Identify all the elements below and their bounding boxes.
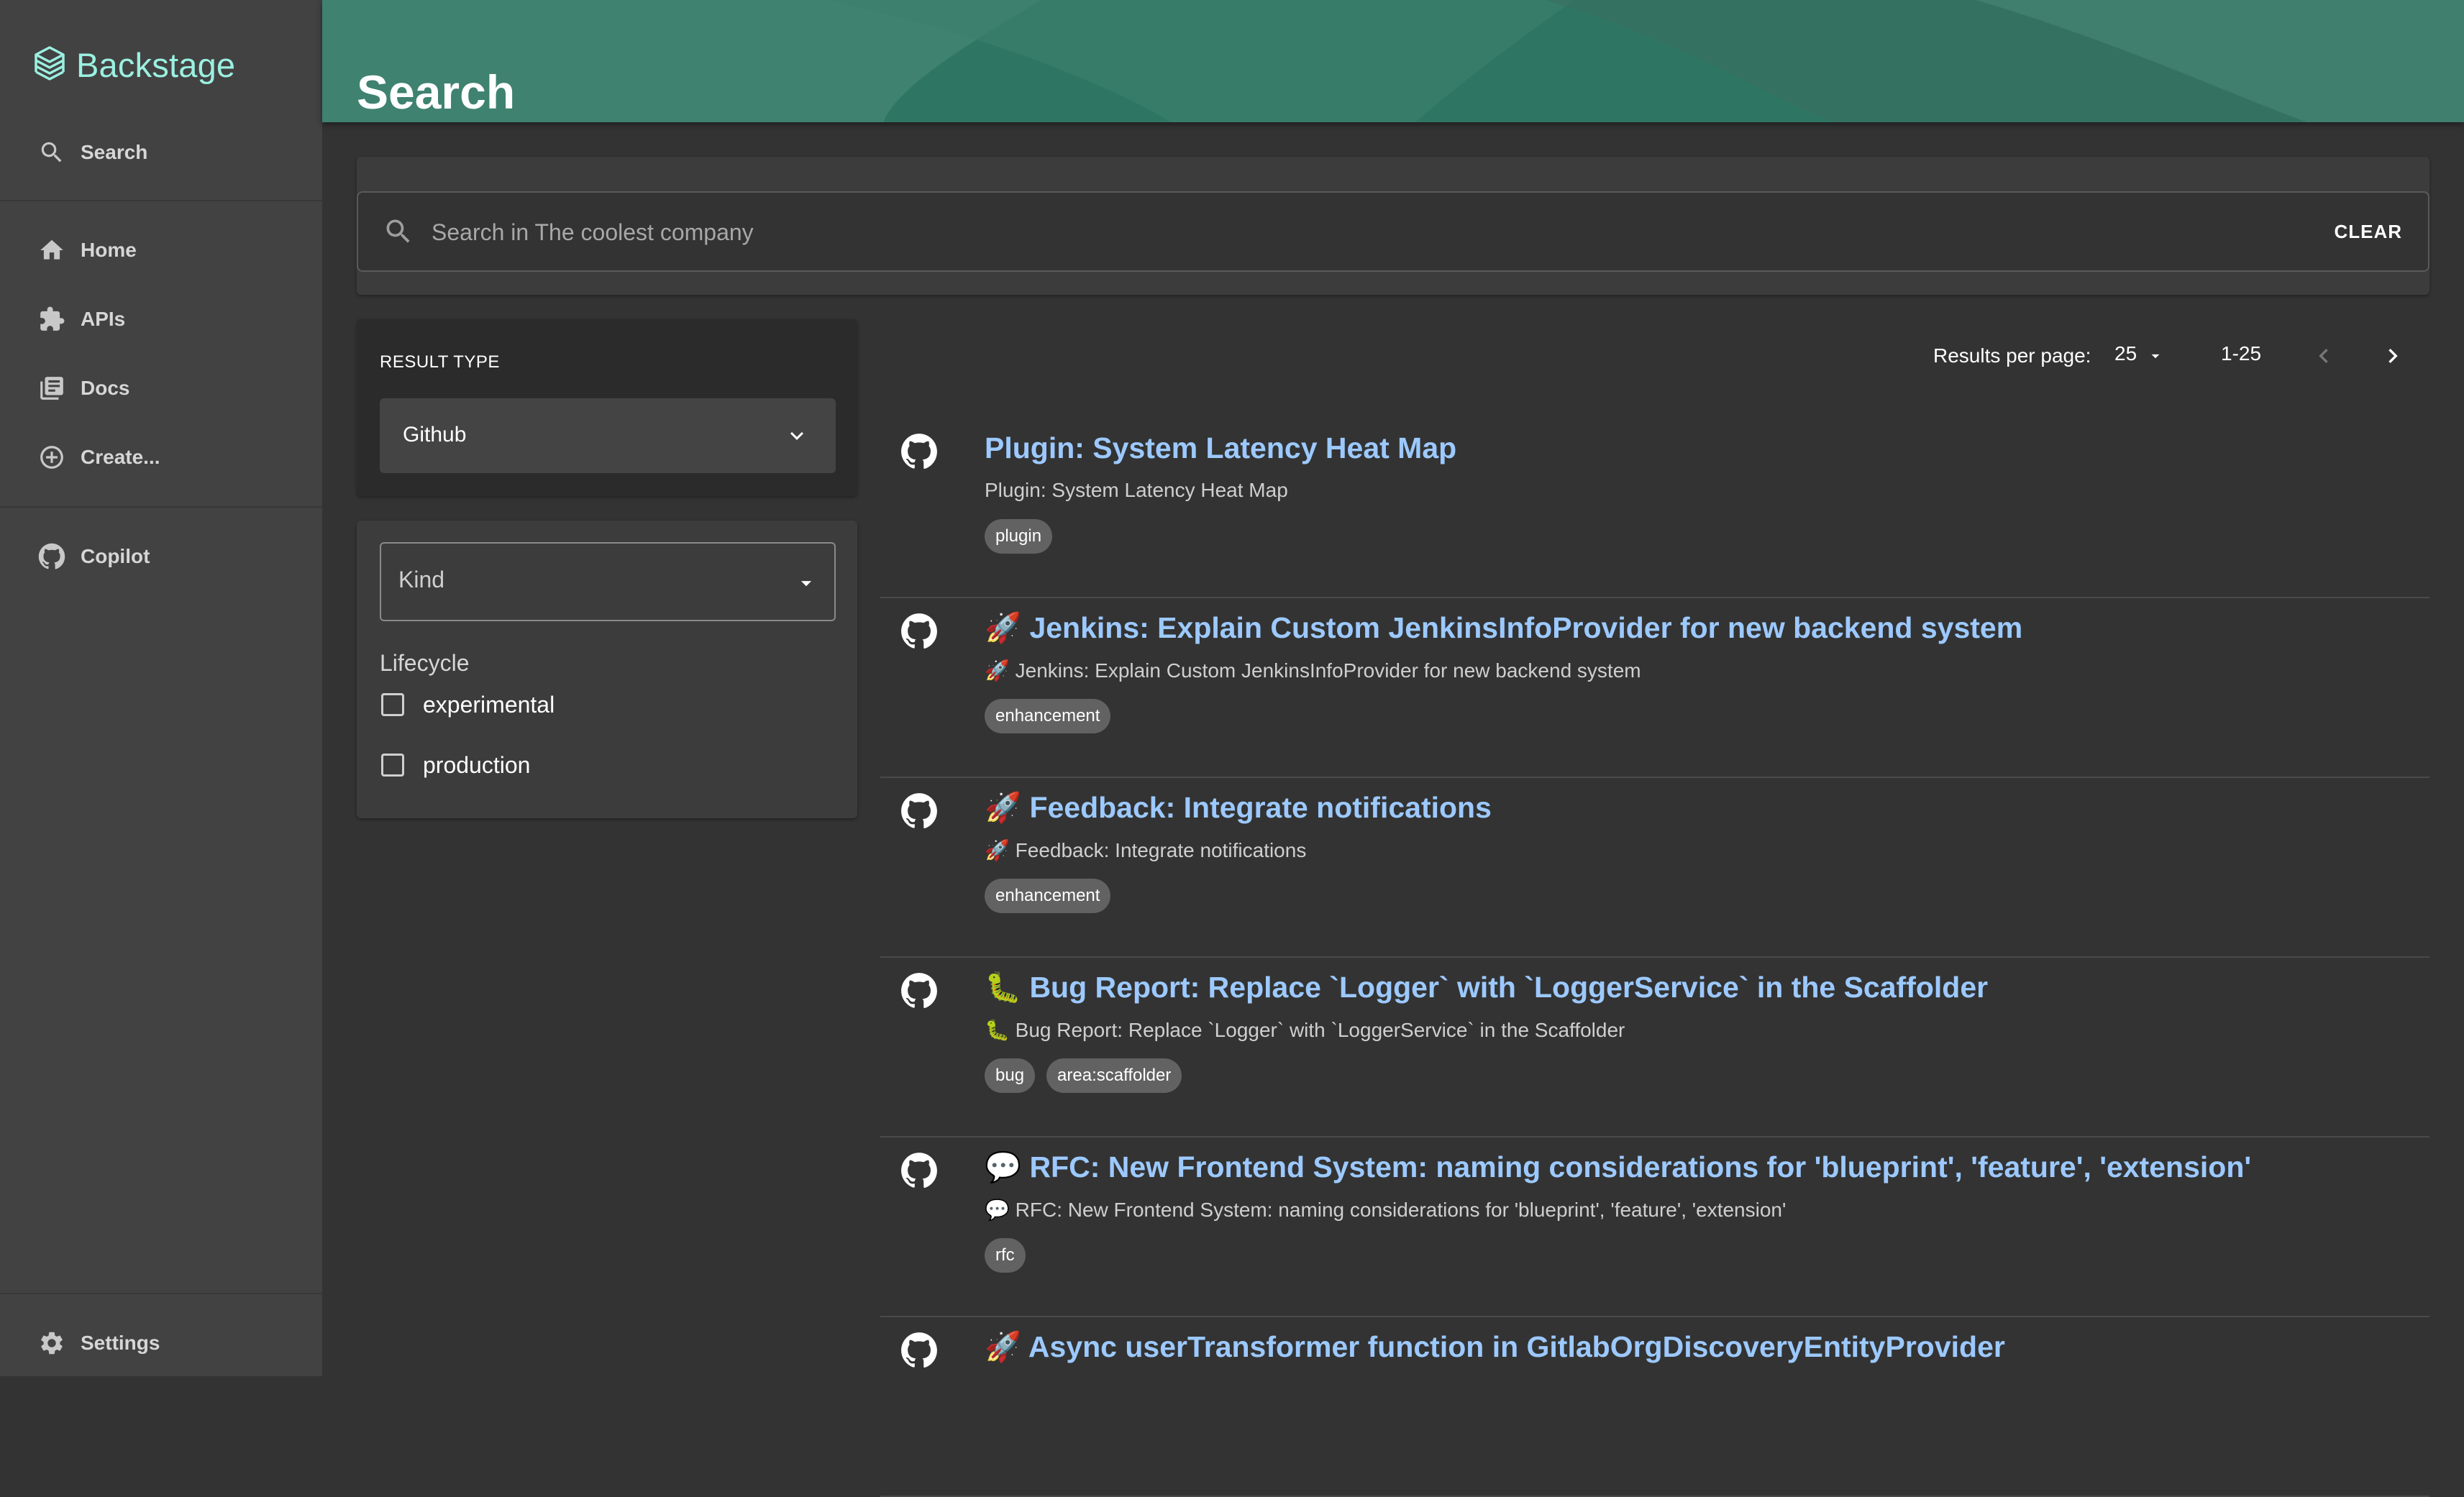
- library-books-icon: [37, 374, 66, 403]
- github-icon: [900, 792, 938, 830]
- sidebar-item-label: Copilot: [81, 545, 150, 567]
- app-name: Backstage: [76, 45, 236, 84]
- previous-page-button[interactable]: [2306, 338, 2342, 374]
- result-tags: bug area:scaffolder: [985, 1058, 1182, 1093]
- chevron-right-icon: [2388, 349, 2398, 363]
- tag-chip: rfc: [985, 1238, 1026, 1273]
- sidebar-divider: [0, 1293, 322, 1294]
- sidebar-item-label: Home: [81, 239, 137, 261]
- search-result-item[interactable]: Plugin: System Latency Heat Map Plugin: S…: [880, 417, 2429, 598]
- search-bar: CLEAR: [357, 191, 2429, 272]
- result-title-link[interactable]: 🚀 Async userTransformer function in Gitl…: [985, 1330, 2005, 1365]
- page-title: Search: [357, 65, 516, 119]
- gear-icon: [37, 1329, 66, 1358]
- search-icon: [383, 216, 414, 247]
- search-result-item[interactable]: 🚀 Async userTransformer function in Gitl…: [880, 1316, 2429, 1497]
- header-background-waves: [322, 0, 2464, 122]
- results-per-page-label: Results per page:: [1933, 344, 2091, 367]
- checkbox[interactable]: [381, 754, 404, 777]
- github-icon: [900, 613, 938, 650]
- sidebar-item-label: Settings: [81, 1332, 160, 1354]
- github-icon: [37, 542, 66, 571]
- sidebar-item-label: Docs: [81, 377, 130, 399]
- next-page-button[interactable]: [2375, 338, 2411, 374]
- github-icon: [900, 972, 938, 1010]
- result-subtitle: 🚀 Feedback: Integrate notifications: [985, 839, 1307, 861]
- sidebar-item-apis[interactable]: APIs: [0, 285, 322, 354]
- checkbox-label: experimental: [423, 691, 555, 718]
- chevron-down-icon: [784, 423, 810, 449]
- backstage-logo-icon: [35, 46, 65, 81]
- backstage-logo[interactable]: Backstage: [32, 42, 235, 88]
- tag-chip: enhancement: [985, 879, 1111, 913]
- search-icon: [37, 138, 66, 167]
- github-icon: [900, 1332, 938, 1369]
- tag-chip: enhancement: [985, 699, 1111, 733]
- result-type-filter: RESULT TYPE Github: [357, 319, 857, 496]
- search-result-item[interactable]: 🚀 Feedback: Integrate notifications 🚀 Fee…: [880, 777, 2429, 958]
- tag-chip: plugin: [985, 519, 1053, 554]
- github-icon: [900, 1152, 938, 1189]
- result-subtitle: 🚀 Jenkins: Explain Custom JenkinsInfoPro…: [985, 659, 1641, 682]
- kind-select[interactable]: Kind: [380, 542, 836, 621]
- home-icon: [37, 236, 66, 265]
- pagination-range: 1-25: [2221, 342, 2262, 365]
- result-type-value: Github: [403, 423, 467, 447]
- sidebar-item-copilot[interactable]: Copilot: [0, 522, 322, 591]
- results-per-page-select[interactable]: 25: [2114, 342, 2137, 365]
- search-input[interactable]: [430, 211, 2231, 253]
- result-title-link[interactable]: 💬 RFC: New Frontend System: naming consi…: [985, 1150, 2251, 1185]
- checkbox-label: production: [423, 751, 531, 778]
- result-title-link[interactable]: 🚀 Feedback: Integrate notifications: [985, 791, 1492, 825]
- sidebar-item-home[interactable]: Home: [0, 216, 322, 285]
- sidebar-item-docs[interactable]: Docs: [0, 354, 322, 423]
- result-title-link[interactable]: Plugin: System Latency Heat Map: [985, 431, 1456, 465]
- sidebar-item-label: APIs: [81, 308, 126, 330]
- sidebar-item-search[interactable]: Search: [0, 118, 322, 187]
- entity-filters: Kind Lifecycle experimental production: [357, 521, 857, 818]
- result-title-link[interactable]: 🐛 Bug Report: Replace `Logger` with `Log…: [985, 971, 1988, 1005]
- clear-button[interactable]: CLEAR: [2330, 211, 2406, 252]
- caret-down-icon[interactable]: [2146, 347, 2165, 365]
- page-header: Search: [322, 0, 2464, 122]
- result-tags: rfc: [985, 1238, 1026, 1273]
- result-subtitle: 💬 RFC: New Frontend System: naming consi…: [985, 1199, 1787, 1221]
- github-icon: [900, 433, 938, 470]
- result-tags: plugin: [985, 519, 1053, 554]
- sidebar: Backstage Search Home APIs Docs Create..…: [0, 0, 322, 1376]
- lifecycle-checkbox-production[interactable]: production: [380, 743, 530, 787]
- lifecycle-checkbox-experimental[interactable]: experimental: [380, 683, 555, 726]
- result-subtitle: Plugin: System Latency Heat Map: [985, 479, 1288, 501]
- checkbox[interactable]: [381, 693, 404, 716]
- kind-select-label: Kind: [398, 567, 445, 592]
- chevron-left-icon: [2319, 349, 2328, 363]
- lifecycle-label: Lifecycle: [380, 650, 470, 676]
- puzzle-icon: [37, 305, 66, 334]
- sidebar-item-label: Create...: [81, 446, 160, 468]
- caret-down-icon: [794, 571, 818, 595]
- sidebar-item-settings[interactable]: Settings: [0, 1309, 322, 1378]
- result-type-select[interactable]: Github: [380, 398, 836, 473]
- result-type-label: RESULT TYPE: [380, 352, 500, 372]
- sidebar-item-label: Search: [81, 141, 148, 163]
- search-result-item[interactable]: 💬 RFC: New Frontend System: naming consi…: [880, 1136, 2429, 1317]
- sidebar-divider: [0, 200, 322, 201]
- result-title-link[interactable]: 🚀 Jenkins: Explain Custom JenkinsInfoPro…: [985, 611, 2022, 646]
- tag-chip: area:scaffolder: [1046, 1058, 1182, 1093]
- sidebar-item-create[interactable]: Create...: [0, 423, 322, 492]
- tag-chip: bug: [985, 1058, 1036, 1093]
- search-result-item[interactable]: 🐛 Bug Report: Replace `Logger` with `Log…: [880, 956, 2429, 1137]
- sidebar-divider: [0, 506, 322, 508]
- search-result-item[interactable]: 🚀 Jenkins: Explain Custom JenkinsInfoPro…: [880, 597, 2429, 778]
- add-circle-icon: [37, 443, 66, 472]
- result-tags: enhancement: [985, 879, 1111, 913]
- result-tags: enhancement: [985, 699, 1111, 733]
- result-subtitle: 🐛 Bug Report: Replace `Logger` with `Log…: [985, 1019, 1625, 1041]
